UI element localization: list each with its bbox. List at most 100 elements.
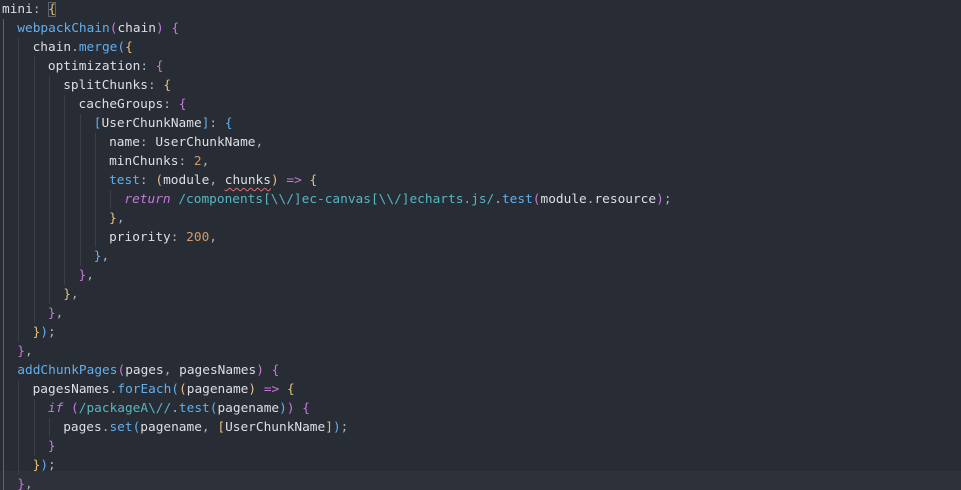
code-line[interactable]: pages.set(pagename, [UserChunkName]); (0, 418, 961, 437)
code-line[interactable]: name: UserChunkName, (0, 133, 961, 152)
code-token: module (163, 173, 210, 188)
indent-guide (18, 380, 20, 399)
indent-guide (64, 95, 66, 114)
code-token: ) (279, 401, 287, 416)
indent-guide (48, 152, 50, 171)
indent-guide (79, 152, 81, 171)
indent-guide (94, 228, 96, 247)
code-text: minChunks: 2, (109, 152, 209, 171)
code-token: , (101, 249, 110, 264)
code-line[interactable]: }, (0, 247, 961, 266)
code-line[interactable]: } (0, 437, 961, 456)
code-line[interactable]: }, (0, 266, 961, 285)
code-token: ( (179, 382, 187, 397)
code-token: /components[\\/]ec-canvas[\\/]echarts.js… (178, 192, 495, 207)
indent-guide (18, 456, 20, 475)
code-token: } (47, 439, 56, 454)
indent-guide (3, 437, 4, 456)
code-token: : (147, 78, 156, 93)
code-token: { (309, 173, 318, 188)
code-token: , (201, 154, 210, 169)
code-token: minChunks (109, 154, 179, 169)
code-text: pagesNames.forEach((pagename) => { (33, 380, 295, 399)
code-line[interactable]: webpackChain(chain) { (0, 19, 961, 38)
code-token: , (116, 211, 125, 226)
code-text: mini: { (2, 0, 56, 19)
code-line[interactable]: mini: { (0, 0, 961, 19)
indent-guide (3, 475, 4, 490)
indent-guide (79, 190, 81, 209)
code-token: : (139, 135, 148, 150)
indent-guide (33, 133, 35, 152)
code-token: if (47, 401, 64, 416)
code-text: webpackChain(chain) { (17, 19, 179, 38)
code-token: addChunkPages (17, 363, 118, 378)
code-token: chain (32, 40, 72, 55)
code-token: module (540, 192, 587, 207)
code-line[interactable]: }, (0, 209, 961, 228)
code-token: , (25, 477, 33, 490)
code-token: => (286, 173, 302, 188)
indent-guide (3, 285, 4, 304)
code-line[interactable]: optimization: { (0, 57, 961, 76)
code-line[interactable]: chain.merge({ (0, 38, 961, 57)
indent-guide (48, 247, 50, 266)
indent-guide (48, 418, 50, 437)
indent-guide (18, 76, 20, 95)
code-token: . (71, 40, 79, 55)
code-line[interactable]: addChunkPages(pages, pagesNames) { (0, 361, 961, 380)
indent-guide (110, 190, 112, 209)
code-line[interactable]: }); (0, 456, 961, 475)
code-line[interactable]: }, (0, 285, 961, 304)
code-token: } (93, 249, 102, 264)
code-token: , (55, 306, 64, 321)
code-token: { (48, 2, 56, 17)
code-token: ] (325, 420, 333, 435)
code-line[interactable]: minChunks: 2, (0, 152, 961, 171)
code-line[interactable]: return /components[\\/]ec-canvas[\\/]ech… (0, 190, 961, 209)
code-token: ( (532, 192, 541, 207)
code-token: : (209, 116, 218, 131)
code-line[interactable]: }, (0, 475, 961, 490)
indent-guide (79, 247, 81, 266)
indent-guide (3, 380, 4, 399)
code-line[interactable]: if (/packageA\//.test(pagename)) { (0, 399, 961, 418)
code-token: ; (663, 192, 672, 207)
code-token: ) (286, 401, 295, 416)
indent-guide (3, 266, 4, 285)
code-token: { (155, 59, 164, 74)
code-line[interactable]: test: (module, chunks) => { (0, 171, 961, 190)
indent-guide (3, 342, 4, 361)
code-token: { (125, 40, 133, 55)
code-text: return /components[\\/]ec-canvas[\\/]ech… (124, 190, 671, 209)
code-text: cacheGroups: { (79, 95, 187, 114)
code-line[interactable]: [UserChunkName]: { (0, 114, 961, 133)
indent-guide (18, 152, 20, 171)
indent-guide (3, 152, 4, 171)
indent-guide (94, 209, 96, 228)
code-token: ) (40, 325, 49, 340)
code-line[interactable]: priority: 200, (0, 228, 961, 247)
code-token: . (171, 401, 179, 416)
code-token: ; (48, 325, 56, 340)
code-token: pagesNames (32, 382, 110, 397)
indent-guide (3, 57, 4, 76)
indent-guide (79, 228, 81, 247)
code-line[interactable]: cacheGroups: { (0, 95, 961, 114)
code-token: , (255, 135, 264, 150)
code-token: ) (40, 458, 49, 473)
indent-guide (18, 209, 20, 228)
code-editor[interactable]: mini: {webpackChain(chain) {chain.merge(… (0, 0, 961, 490)
indent-guide (79, 209, 81, 228)
code-line[interactable]: }); (0, 323, 961, 342)
code-line[interactable]: }, (0, 342, 961, 361)
indent-guide (33, 304, 35, 323)
code-token: ) (256, 363, 264, 378)
code-line[interactable]: }, (0, 304, 961, 323)
code-line[interactable]: pagesNames.forEach((pagename) => { (0, 380, 961, 399)
code-line[interactable]: splitChunks: { (0, 76, 961, 95)
code-token: ; (340, 420, 349, 435)
